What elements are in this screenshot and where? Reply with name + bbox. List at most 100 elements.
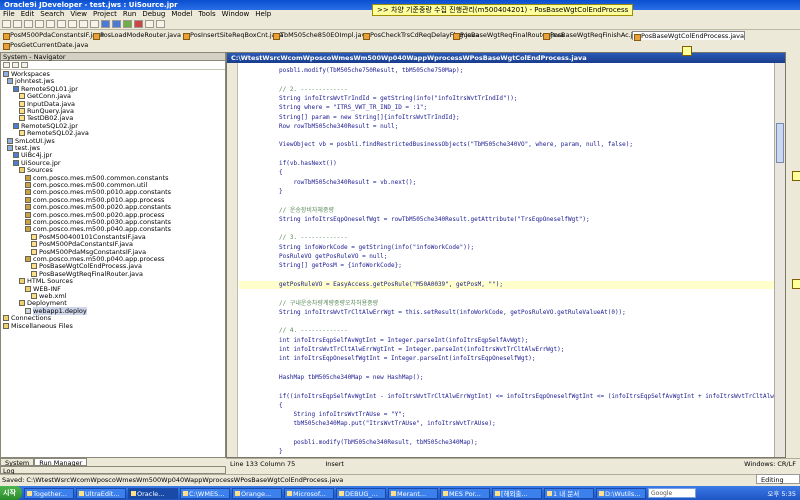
cut-button[interactable] [46,20,55,28]
code-comment-line: // 2. ------------- [279,85,348,93]
code-line: String[] getPosM = {infoWorkCode}; [279,262,402,270]
code-editor: C:\WtestWsrcWcomWposcoWmesWm500Wp040Wapp… [226,52,786,458]
menu-file[interactable]: File [0,10,18,19]
code-comment-line: // 4. ------------- [279,327,348,335]
bookmark-note-icon[interactable] [682,46,692,56]
task-list: Together... UltraEdit... Oracle... C:\WMES.… [24,487,646,499]
bookmark-note-icon[interactable] [792,171,800,181]
menu-help[interactable]: Help [252,10,274,19]
save-all-button[interactable] [35,20,44,28]
refresh-icon[interactable] [12,62,19,68]
package-icon [25,196,31,203]
tree-node-label: Miscellaneous Files [11,321,73,330]
code-line: getPosRuleVO = EasyAccess.getPosRule("M5… [239,280,775,289]
bookmark-note-icon[interactable] [792,279,800,289]
copy-button[interactable] [57,20,66,28]
code-line: String infoItrsWvtTrAUse = "Y"; [279,411,406,419]
menu-window[interactable]: Window [219,10,253,19]
taskbar-item[interactable]: MES Por... [440,487,490,499]
help-button[interactable] [156,20,165,28]
java-file-icon [25,307,31,314]
taskbar-item[interactable]: DEBUG_... [336,487,386,499]
google-search-box[interactable]: Google [648,488,696,498]
code-line: rowTbM505che340Result = vb.next(); [279,178,417,186]
redo-button[interactable] [90,20,99,28]
cursor-position: Line 133 Column 75 [230,460,296,468]
run-button[interactable] [123,20,132,28]
package-icon [25,219,31,225]
taskbar-item[interactable]: Merant... [388,487,438,499]
folder-icon [19,167,25,174]
undo-button[interactable] [79,20,88,28]
start-button[interactable]: 시작 [0,486,22,500]
line-ending: Windows: CR/LF [744,460,796,468]
taskbar-item[interactable]: Oracle... [128,487,178,499]
save-button[interactable] [24,20,33,28]
code-line: if((infoItrsEqpSelfAvWgtInt - infoItrsWv… [279,392,775,400]
file-tab[interactable]: PosBaseWgtColEndProcess.java [632,31,745,41]
taskbar-item[interactable]: Orange... [232,487,282,499]
java-file-icon [31,248,37,255]
code-area[interactable]: posbli.modify(TbM505che750Result, tbM505… [239,63,775,457]
menu-project[interactable]: Project [90,10,120,19]
code-line: if(vb.hasNext()) [279,160,337,167]
windows-taskbar: 시작 Together... UltraEdit... Oracle... C:\WM… [0,486,800,500]
paste-button[interactable] [68,20,77,28]
menu-tools[interactable]: Tools [195,10,218,19]
rebuild-button[interactable] [112,20,121,28]
collapse-icon[interactable] [3,62,10,68]
project-icon [13,85,19,92]
java-file-icon [19,100,25,107]
code-line: int infoItrsEqpSelfAvWgtInt = Integer.pa… [279,336,529,344]
taskbar-item[interactable]: Microsof... [284,487,334,499]
navigator-tab-run-manager[interactable]: Run Manager [34,458,88,467]
navigator-toolbar [1,61,225,70]
tree-node[interactable]: Miscellaneous Files [3,322,73,330]
menu-run[interactable]: Run [120,10,139,19]
menu-edit[interactable]: Edit [18,10,38,19]
menu-debug[interactable]: Debug [139,10,168,19]
window-title: Oracle9i JDeveloper - test.jws : UiSourc… [4,1,178,9]
code-line: String infoItrsEqpOneselfWgt = rowTbM505… [279,215,590,223]
file-tab[interactable]: PosGetCurrentDate.java [2,41,88,50]
navigator-tab-system[interactable]: System [0,458,35,467]
file-tab[interactable]: PosLoadModeRouter.java [92,31,181,40]
taskbar-item[interactable]: Together... [24,487,74,499]
menu-view[interactable]: View [67,10,90,19]
code-line: posbli.modify(TbM505che750Result, tbM505… [279,67,464,74]
editing-indicator[interactable]: Editing [756,474,800,484]
toolbar [0,19,800,30]
file-tab[interactable]: PosM500PdaConstantsIF.java [2,31,104,40]
find-button[interactable] [145,20,154,28]
code-line: ViewObject vb = posbli.findRestrictedBus… [279,141,634,149]
scrollbar-thumb[interactable] [776,123,784,163]
file-tab[interactable]: PosBaseWgtReqFinishAc.java [542,31,644,40]
menu-search[interactable]: Search [37,10,67,19]
code-comment-line: // 구내운송차량계량중량오차허용중량 [279,299,379,307]
log-tab[interactable]: Log [0,466,226,475]
package-icon [25,182,31,188]
menu-model[interactable]: Model [168,10,195,19]
java-file-icon [19,115,25,122]
make-button[interactable] [101,20,110,28]
package-icon [25,204,31,211]
code-line: PosRuleVO getPosRuleVO = null; [279,253,388,260]
file-tab[interactable]: TbM505che850EOImpl.java [272,31,369,40]
taskbar-item[interactable]: UltraEdit... [76,487,126,499]
taskbar-item[interactable]: C:\WMES... [180,487,230,499]
taskbar-item[interactable]: [해외출... [492,487,542,499]
vertical-scrollbar[interactable] [774,63,785,457]
new-file-button[interactable] [2,20,11,28]
file-tab[interactable]: PosInsertSiteReqBoxCnt.java [182,31,284,40]
taskbar-item[interactable]: D:\Wutils... [596,487,646,499]
navigator-title: System - Navigator [1,53,225,61]
code-line: { [279,401,283,409]
debug-button[interactable] [134,20,143,28]
java-file-icon [31,241,37,248]
workspace-icon [7,137,13,144]
taskbar-item[interactable]: 1 내 문서 [544,487,594,499]
filter-icon[interactable] [21,62,28,68]
open-button[interactable] [13,20,22,28]
code-line: { [279,169,283,177]
code-line: String[] param = new String[]{infoItrsWv… [279,113,460,121]
